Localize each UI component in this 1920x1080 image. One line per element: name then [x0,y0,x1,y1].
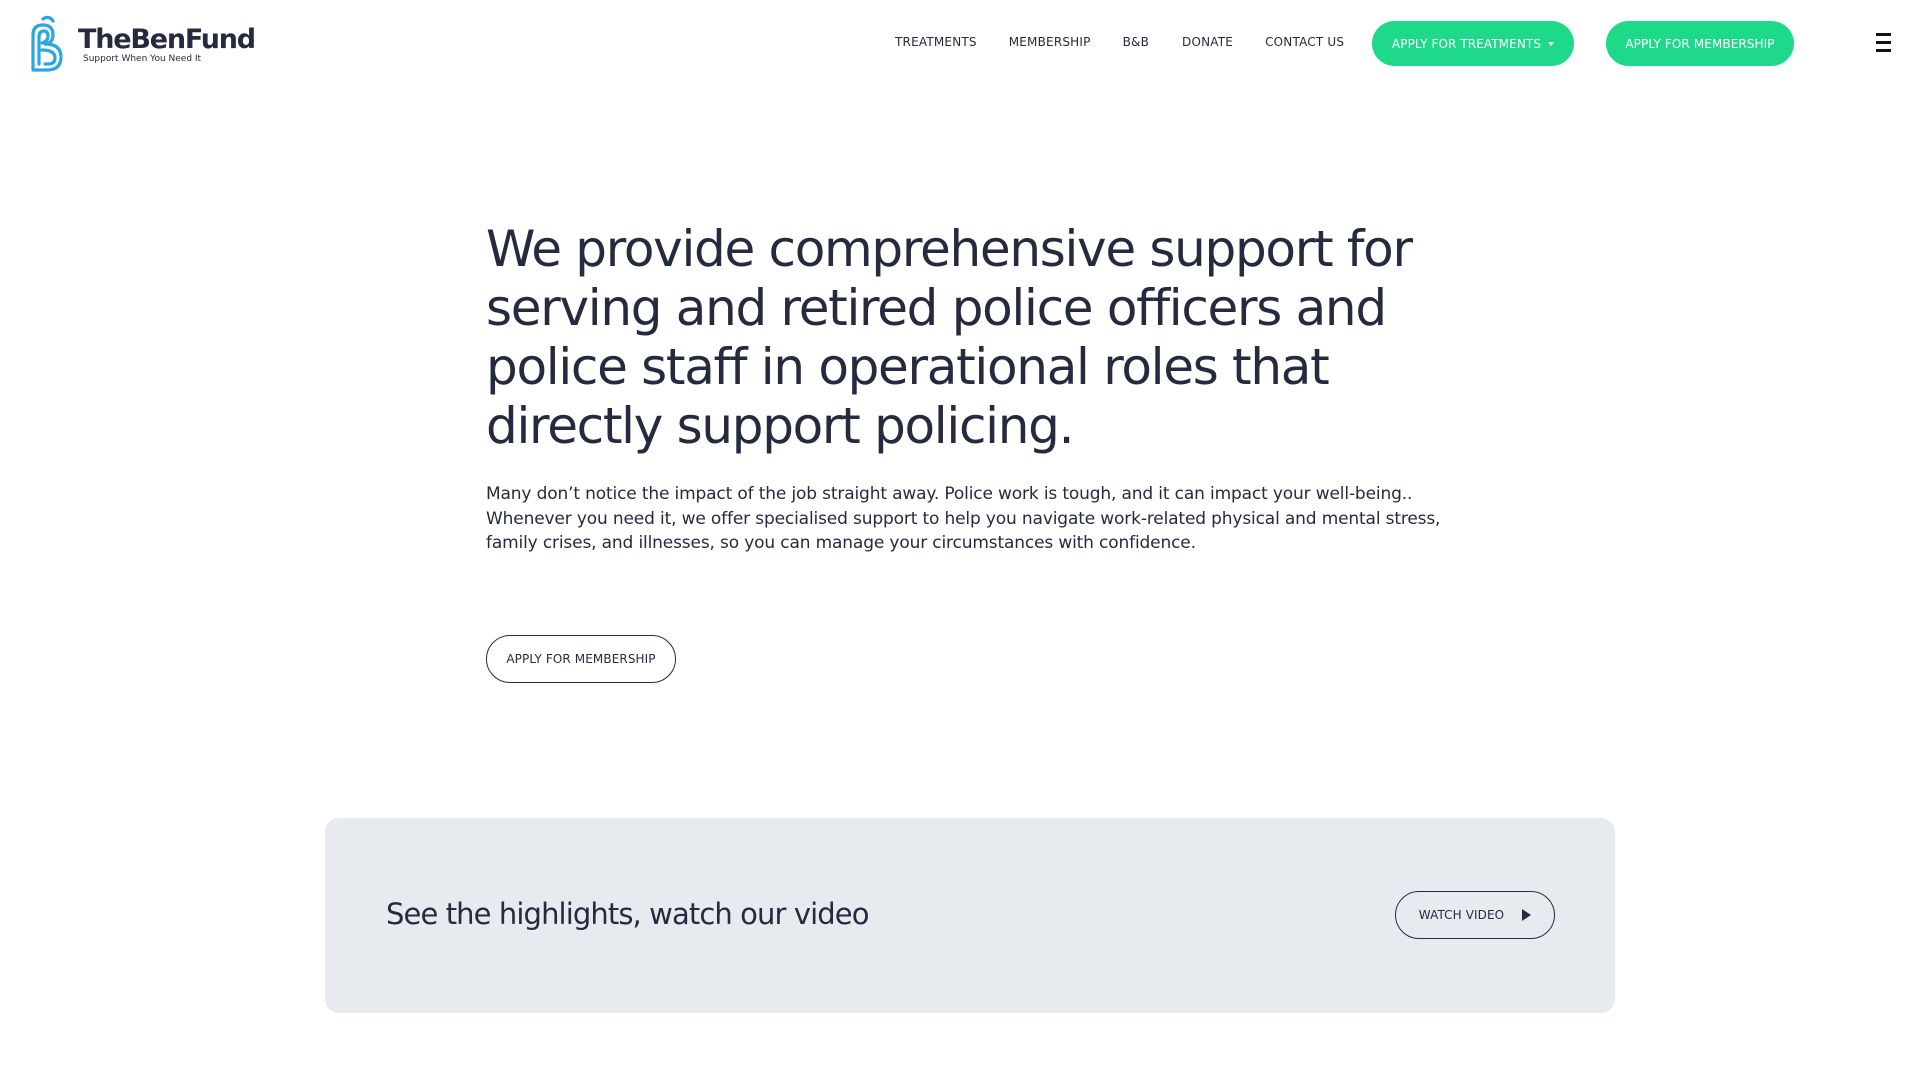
nav-item-treatments[interactable]: TREATMENTS [895,33,977,51]
video-banner: See the highlights, watch our video WATC… [325,818,1615,1013]
hamburger-menu-icon[interactable] [1876,33,1892,53]
site-logo[interactable]: TheBenFund Support When You Need It [27,13,256,73]
apply-for-treatments-label: APPLY FOR TREATMENTS [1391,36,1542,51]
logo-text: TheBenFund Support When You Need It [78,24,256,65]
brand-name: TheBenFund [78,24,256,55]
caret-down-icon [1548,42,1555,46]
play-icon [1522,909,1532,921]
watch-video-button[interactable]: WATCH VIDEO [1395,891,1555,939]
nav-item-membership[interactable]: MEMBERSHIP [1009,33,1091,51]
apply-for-membership-button[interactable]: APPLY FOR MEMBERSHIP [486,635,676,683]
hero-body: Many don’t notice the impact of the job … [486,484,1441,553]
video-title: See the highlights, watch our video [386,897,869,931]
watch-video-label: WATCH VIDEO [1418,908,1505,922]
nav-item-contact-us[interactable]: CONTACT US [1265,33,1344,51]
hero-title: We provide comprehensive support for ser… [486,220,1413,455]
hamburger-line [1876,41,1891,44]
site-header: TheBenFund Support When You Need It TREA… [0,0,1920,86]
main-nav: TREATMENTS MEMBERSHIP B&B DONATE CONTACT… [895,33,1344,51]
hamburger-line [1876,49,1891,52]
b-monogram-icon [31,15,63,72]
brand-tagline: Support When You Need It [83,54,202,64]
nav-item-bnb[interactable]: B&B [1123,33,1149,51]
hamburger-line [1876,33,1891,36]
apply-for-treatments-button[interactable]: APPLY FOR TREATMENTS [1372,21,1574,66]
nav-item-donate[interactable]: DONATE [1182,33,1233,51]
apply-for-membership-header-button[interactable]: APPLY FOR MEMBERSHIP [1606,21,1794,66]
